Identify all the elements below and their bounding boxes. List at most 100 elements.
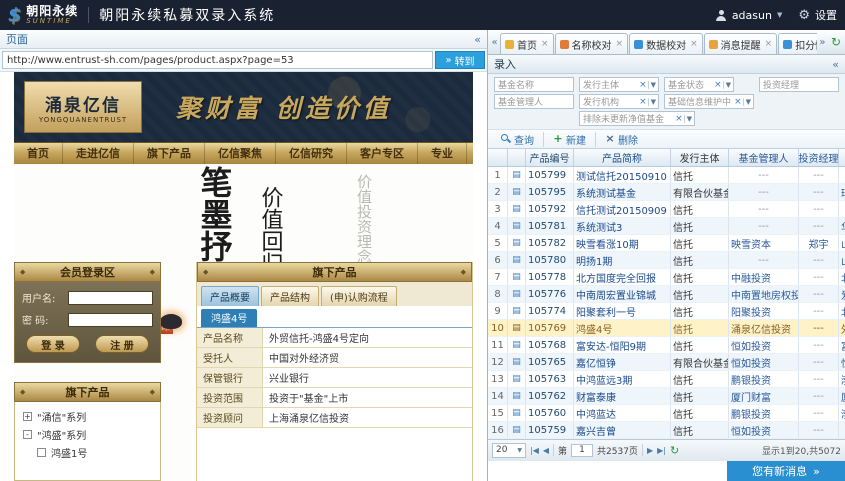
grid-row[interactable]: 16 ▤ 105759 嘉兴吉曾 信托 恒如投资 --- — [488, 422, 845, 439]
col-header[interactable]: 发行 — [839, 149, 845, 166]
tabs-scroll-right-icon[interactable]: » — [817, 37, 828, 48]
col-header[interactable]: 基金管理人 — [729, 149, 799, 166]
grid-row[interactable]: 11 ▤ 105768 富安达-恒阳9期 信托 恒如投资 --- 富安 — [488, 337, 845, 354]
action-button[interactable]: 查询 — [492, 132, 543, 147]
tabs-refresh-icon[interactable]: ↻ — [831, 35, 841, 49]
page-number-input[interactable]: 1 — [571, 444, 593, 457]
col-header[interactable]: 发行主体 — [671, 149, 729, 166]
site-login-button[interactable]: 登 录 — [26, 335, 80, 353]
site-nav-item[interactable]: 专业 — [418, 143, 467, 164]
edit-row-icon[interactable]: ▤ — [508, 337, 526, 353]
edit-row-icon[interactable]: ▤ — [508, 218, 526, 234]
edit-row-icon[interactable]: ▤ — [508, 235, 526, 251]
tab-close-icon[interactable]: × — [616, 39, 624, 49]
tab-close-icon[interactable]: × — [765, 39, 773, 49]
tree-item[interactable]: 鸿盛1号 — [19, 443, 156, 461]
site-password-input[interactable] — [68, 313, 153, 327]
user-menu[interactable]: adasun ▼ — [716, 9, 783, 22]
grid-row[interactable]: 5 ▤ 105782 映雪看涨10期 信托 映雪资本 郑宇 山东 — [488, 235, 845, 252]
tab-close-icon[interactable]: × — [690, 39, 698, 49]
col-header[interactable]: 产品编号 — [526, 149, 574, 166]
go-button[interactable]: » 转到 — [435, 51, 485, 69]
grid-row[interactable]: 12 ▤ 105765 嘉亿恒铮 有限合伙基金 恒如投资 --- 恒如 — [488, 354, 845, 371]
edit-row-icon[interactable]: ▤ — [508, 405, 526, 421]
dropdown-arrow-icon[interactable]: ▼ — [743, 98, 751, 106]
edit-row-icon[interactable]: ▤ — [508, 252, 526, 268]
tree-expander-icon[interactable] — [37, 448, 46, 457]
edit-row-icon[interactable]: ▤ — [508, 422, 526, 438]
edit-row-icon[interactable]: ▤ — [508, 184, 526, 200]
prev-page-button[interactable]: ◀ — [543, 446, 549, 455]
collapse-left-panel-icon[interactable]: « — [474, 33, 481, 46]
grid-row[interactable]: 10 ▤ 105769 鸿盛4号 信托 涌泉亿信投资 --- 外贸 — [488, 320, 845, 337]
filter-field[interactable]: 基础信息维护中 × ▼ — [664, 94, 754, 109]
site-nav-item[interactable]: 客户专区 — [347, 143, 418, 164]
site-nav-item[interactable]: 走进亿信 — [63, 143, 134, 164]
col-header[interactable]: 投资经理 — [799, 149, 839, 166]
site-register-button[interactable]: 注 册 — [95, 335, 149, 353]
tab[interactable]: 扣分情况统计 × — [778, 33, 817, 54]
filter-field[interactable]: 发行机构 × ▼ — [579, 94, 659, 109]
site-nav-item[interactable]: 亿信研究 — [276, 143, 347, 164]
tree-item[interactable]: - "鸿盛"系列 — [19, 425, 156, 443]
grid-row[interactable]: 3 ▤ 105792 信托测试20150909 信托 --- --- — [488, 201, 845, 218]
edit-row-icon[interactable]: ▤ — [508, 286, 526, 302]
filter-field[interactable]: 投资经理 — [759, 77, 839, 92]
dropdown-arrow-icon[interactable]: ▼ — [723, 81, 731, 89]
edit-row-icon[interactable]: ▤ — [508, 303, 526, 319]
site-nav-item[interactable]: 首页 — [14, 143, 63, 164]
site-logo[interactable]: 涌泉亿信 YONGQUANENTRUST — [24, 81, 142, 133]
first-page-button[interactable]: |◀ — [530, 446, 539, 455]
grid-row[interactable]: 1 ▤ 105799 测试信托20150910 信托 --- --- — [488, 167, 845, 184]
page-size-select[interactable]: 20 ▼ — [492, 443, 526, 458]
new-message-button[interactable]: 您有新消息 » — [727, 461, 845, 481]
product-subtab[interactable]: 鸿盛4号 — [201, 309, 257, 327]
tab-close-icon[interactable]: × — [541, 39, 549, 49]
next-page-button[interactable]: ▶ — [647, 446, 653, 455]
dropdown-arrow-icon[interactable]: ▼ — [648, 81, 656, 89]
filter-field[interactable]: 发行主体 × ▼ — [579, 77, 659, 92]
tabs-scroll-left-icon[interactable]: « — [489, 37, 500, 48]
clear-icon[interactable]: × — [639, 80, 647, 90]
edit-row-icon[interactable]: ▤ — [508, 320, 526, 336]
edit-row-icon[interactable]: ▤ — [508, 167, 526, 183]
action-button[interactable]: 新建 — [543, 132, 595, 147]
product-tab[interactable]: (申)认购流程 — [321, 286, 397, 306]
grid-row[interactable]: 4 ▤ 105781 系统测试3 信托 --- --- 华 — [488, 218, 845, 235]
site-nav-item[interactable]: 旗下产品 — [134, 143, 205, 164]
action-button[interactable]: 删除 — [595, 132, 647, 147]
tab[interactable]: 消息提醒 × — [704, 33, 778, 54]
product-tab[interactable]: 产品结构 — [261, 286, 319, 306]
filter-field[interactable]: 基金名称 — [494, 77, 574, 92]
filter-field[interactable]: 排除未更新净值基金 × ▼ — [579, 111, 695, 126]
edit-row-icon[interactable]: ▤ — [508, 388, 526, 404]
refresh-grid-icon[interactable]: ↻ — [670, 444, 679, 457]
product-tab[interactable]: 产品概要 — [201, 286, 259, 306]
filter-field[interactable]: 基金管理人 — [494, 94, 574, 109]
grid-row[interactable]: 9 ▤ 105774 阳聚套利一号 信托 阳聚投资 --- 北方 — [488, 303, 845, 320]
clear-icon[interactable]: × — [639, 97, 647, 107]
edit-row-icon[interactable]: ▤ — [508, 201, 526, 217]
url-input[interactable] — [2, 51, 433, 69]
edit-row-icon[interactable]: ▤ — [508, 269, 526, 285]
collapse-section-icon[interactable]: « — [832, 58, 839, 71]
tab[interactable]: 名称校对 × — [555, 33, 629, 54]
dropdown-arrow-icon[interactable]: ▼ — [684, 115, 692, 123]
site-username-input[interactable] — [68, 291, 153, 305]
dropdown-arrow-icon[interactable]: ▼ — [648, 98, 656, 106]
settings-button[interactable]: ⚙ 设置 — [798, 7, 837, 23]
filter-field[interactable]: 基金状态 × ▼ — [664, 77, 734, 92]
clear-icon[interactable]: × — [714, 80, 722, 90]
tab[interactable]: 首页 × — [500, 33, 554, 54]
clear-icon[interactable]: × — [734, 97, 742, 107]
grid-row[interactable]: 13 ▤ 105763 中鸿蓝远3期 信托 鹏银投资 --- 渤海 — [488, 371, 845, 388]
grid-row[interactable]: 8 ▤ 105776 中南周宏置业锦城 信托 中南置地房权投资 --- 爱建 — [488, 286, 845, 303]
tree-item[interactable]: + "涌信"系列 — [19, 407, 156, 425]
site-nav-item[interactable]: 亿信聚焦 — [205, 143, 276, 164]
edit-row-icon[interactable]: ▤ — [508, 371, 526, 387]
grid-row[interactable]: 6 ▤ 105780 明扬1期 信托 --- --- 山东 — [488, 252, 845, 269]
last-page-button[interactable]: ▶| — [657, 446, 666, 455]
edit-row-icon[interactable]: ▤ — [508, 354, 526, 370]
tab[interactable]: 数据校对 × — [629, 33, 703, 54]
col-header[interactable]: 产品简称 — [574, 149, 671, 166]
